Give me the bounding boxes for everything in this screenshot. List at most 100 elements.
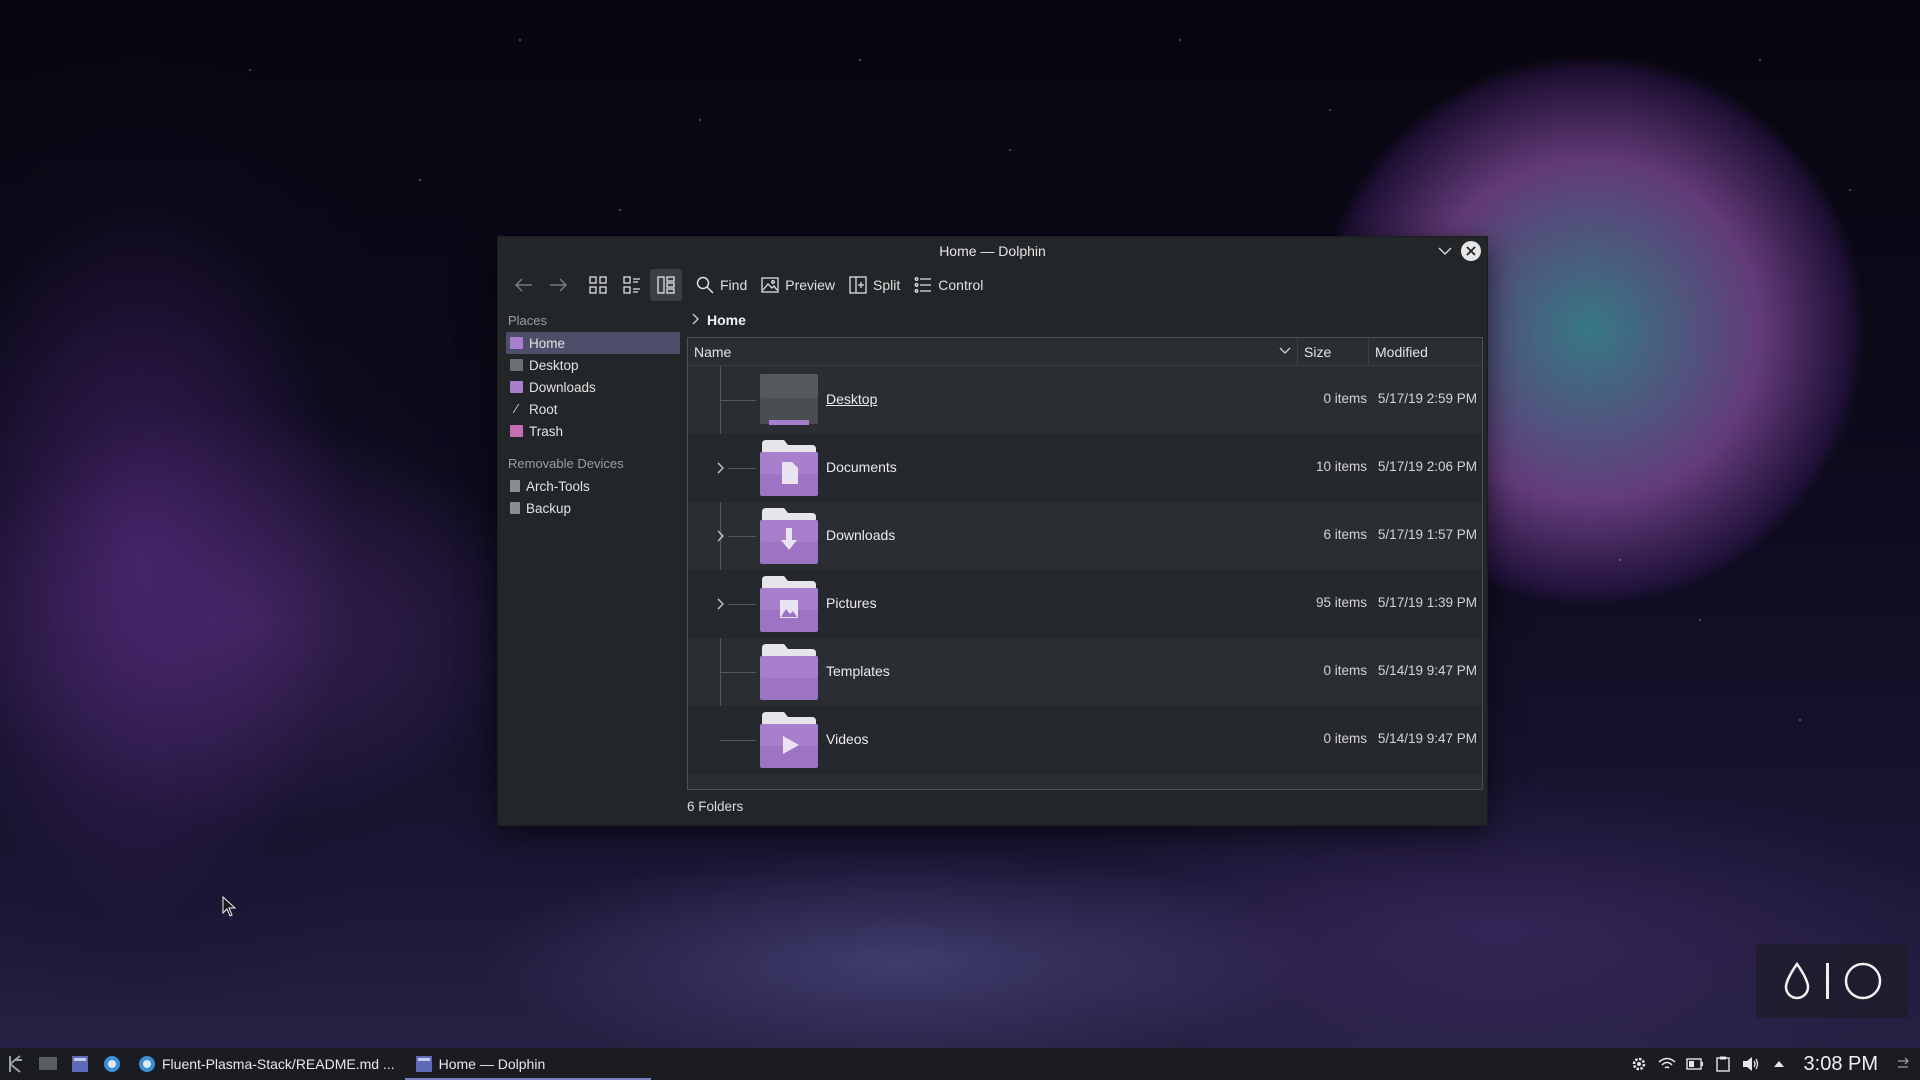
status-bar-text: 6 Folders [687, 799, 744, 814]
split-view-icon [849, 276, 867, 294]
table-row[interactable]: Desktop 0 items 5/17/19 2:59 PM [688, 366, 1482, 434]
browser-icon [104, 1056, 120, 1072]
dolphin-launcher[interactable] [64, 1048, 96, 1080]
find-label: Find [720, 277, 748, 293]
chevron-right-icon[interactable] [714, 597, 726, 611]
chevron-right-icon[interactable] [714, 461, 726, 475]
table-row[interactable]: Templates 0 items 5/14/19 9:47 PM [688, 638, 1482, 706]
root-icon: ⁄ [515, 401, 518, 416]
tray-expand-button[interactable] [1770, 1055, 1788, 1073]
tree-branch [728, 536, 756, 537]
control-label: Control [938, 277, 984, 293]
panel-options-button[interactable] [1894, 1055, 1912, 1073]
window-titlebar[interactable]: Home — Dolphin [498, 237, 1487, 265]
folder-home-icon [510, 337, 523, 349]
sidebar-item-label: Downloads [529, 379, 596, 395]
close-button[interactable] [1461, 241, 1481, 261]
control-button[interactable]: Control [908, 269, 989, 301]
settings-tray-button[interactable] [1630, 1055, 1648, 1073]
sidebar-item-label: Desktop [529, 357, 579, 373]
file-modified: 5/17/19 2:59 PM [1377, 391, 1477, 406]
battery-icon [1685, 1058, 1703, 1070]
column-modified-label: Modified [1375, 343, 1428, 360]
sidebar-item-downloads[interactable]: Downloads [506, 376, 680, 398]
mouse-cursor-icon [222, 896, 236, 917]
preview-label: Preview [785, 277, 836, 293]
image-icon [761, 277, 779, 293]
show-desktop-button[interactable] [32, 1048, 64, 1080]
sidebar-item-trash[interactable]: Trash [506, 420, 680, 442]
browser-icon [139, 1056, 155, 1072]
compact-view-button[interactable] [616, 269, 648, 301]
table-row[interactable]: Videos 0 items 5/14/19 9:47 PM [688, 706, 1482, 774]
drive-icon [510, 480, 520, 492]
minimize-button[interactable] [1435, 241, 1455, 261]
divider [1825, 963, 1829, 999]
clipboard-tray-button[interactable] [1714, 1055, 1732, 1073]
folder-icon [72, 1056, 88, 1072]
back-button[interactable] [508, 269, 540, 301]
sidebar-item-arch-tools[interactable]: Arch-Tools [506, 475, 680, 497]
folder-pictures-icon [760, 576, 818, 632]
table-row[interactable]: Pictures 95 items 5/17/19 1:39 PM [688, 570, 1482, 638]
details-view-button[interactable] [650, 269, 682, 301]
drive-icon [510, 502, 520, 514]
sidebar-item-root[interactable]: ⁄ Root [506, 398, 680, 420]
main-toolbar: Find Preview Split Control [498, 265, 1487, 305]
split-button[interactable]: Split [843, 269, 906, 301]
places-section-title: Places [508, 313, 548, 328]
sidebar-item-label: Root [529, 401, 558, 417]
chevron-right-icon[interactable] [691, 313, 699, 328]
clock[interactable]: 3:08 PM [1798, 1053, 1884, 1076]
chevron-up-icon [1773, 1061, 1784, 1067]
tree-branch [720, 672, 756, 673]
wallpaper-rock [0, 0, 520, 1000]
grid-view-icon [589, 276, 607, 294]
drop-icon [1784, 961, 1809, 1000]
breadcrumb-home[interactable]: Home [707, 312, 746, 328]
file-name: Templates [826, 663, 890, 679]
forward-button[interactable] [542, 269, 574, 301]
kde-logo-icon [9, 1055, 22, 1073]
task-dolphin[interactable]: Home — Dolphin [404, 1048, 651, 1080]
file-name: Pictures [826, 595, 877, 611]
file-size: 95 items [1315, 595, 1367, 610]
details-view: Name Size Modified Desktop 0 items 5/17/… [687, 337, 1483, 790]
clipboard-icon [1715, 1056, 1730, 1072]
sort-descending-icon [1279, 347, 1291, 354]
taskbar: Fluent-Plasma-Stack/README.md ... Home —… [0, 1048, 1920, 1080]
wifi-icon [1658, 1057, 1676, 1069]
file-size: 0 items [1323, 391, 1367, 406]
split-label: Split [873, 277, 901, 293]
column-header: Name Size Modified [688, 338, 1482, 366]
dolphin-window: Home — Dolphin Find Preview Split Contro… [497, 236, 1488, 826]
sidebar-item-backup[interactable]: Backup [506, 497, 680, 519]
table-row[interactable]: Documents 10 items 5/17/19 2:06 PM [688, 434, 1482, 502]
volume-tray-button[interactable] [1742, 1055, 1760, 1073]
desktop-widget[interactable] [1756, 944, 1908, 1018]
find-button[interactable]: Find [690, 269, 753, 301]
chevron-right-icon[interactable] [714, 529, 726, 543]
task-browser[interactable]: Fluent-Plasma-Stack/README.md ... [128, 1048, 405, 1080]
column-modified-header[interactable]: Modified [1369, 338, 1482, 365]
window-body: Places Home Desktop Downloads ⁄ Root Tra… [498, 305, 1487, 825]
sidebar-item-label: Backup [526, 500, 572, 516]
column-size-header[interactable]: Size [1298, 338, 1369, 365]
tree-branch [720, 740, 756, 741]
app-launcher-button[interactable] [0, 1048, 32, 1080]
browser-launcher[interactable] [96, 1048, 128, 1080]
network-tray-button[interactable] [1658, 1055, 1676, 1073]
table-row[interactable]: Downloads 6 items 5/17/19 1:57 PM [688, 502, 1482, 570]
folder-downloads-icon [760, 508, 818, 564]
icons-view-button[interactable] [582, 269, 614, 301]
column-name-header[interactable]: Name [688, 338, 1298, 365]
folder-downloads-icon [510, 381, 523, 393]
arrow-right-icon [550, 278, 567, 292]
search-icon [696, 276, 714, 294]
battery-tray-button[interactable] [1685, 1055, 1704, 1073]
file-modified: 5/17/19 2:06 PM [1377, 459, 1477, 474]
preview-button[interactable]: Preview [755, 269, 841, 301]
circle-icon [1844, 962, 1881, 1000]
sidebar-item-desktop[interactable]: Desktop [506, 354, 680, 376]
sidebar-item-home[interactable]: Home [506, 332, 680, 354]
